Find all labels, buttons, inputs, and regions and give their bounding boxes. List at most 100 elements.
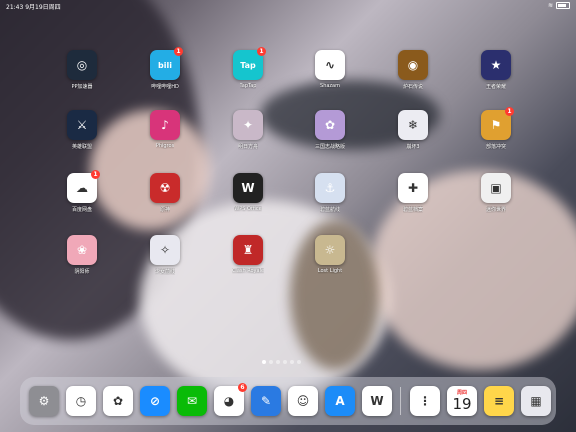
app-15[interactable]: ⚓ 碧蓝航线 <box>300 173 360 213</box>
app-icon[interactable]: ☼ <box>315 235 345 265</box>
settings-icon[interactable]: ⚙ <box>29 386 59 416</box>
app-icon[interactable]: ★ <box>481 50 511 80</box>
app-icon[interactable]: W <box>233 173 263 203</box>
app-0[interactable]: ◎ PP加速器 <box>52 50 112 90</box>
wechat-icon[interactable]: ✉ <box>177 386 207 416</box>
app-label: TapTap <box>239 83 257 89</box>
clock-icon[interactable]: ◷ <box>66 386 96 416</box>
reminders-icon[interactable]: ⋮ <box>410 386 440 416</box>
app-label: 明日方舟 <box>237 144 258 150</box>
calendar-icon[interactable]: 周四 19 <box>447 386 477 416</box>
app-icon[interactable]: ♜ <box>233 235 263 265</box>
app-5[interactable]: ★ 王者荣耀 <box>466 50 526 90</box>
app-17[interactable]: ▣ 迷你世界 <box>466 173 526 213</box>
app-3[interactable]: ∿ Shazam <box>300 50 360 89</box>
app-glyph: ☼ <box>324 243 336 257</box>
page-dot[interactable] <box>276 360 280 364</box>
notes-icon[interactable]: ≡ <box>484 386 514 416</box>
app-glyph: ⚔ <box>76 118 88 132</box>
photos-icon[interactable]: ✿ <box>103 386 133 416</box>
app-2[interactable]: Tap 1 TapTap <box>218 47 278 89</box>
app-store-glyph: A <box>335 394 345 408</box>
app-glyph: ⚑ <box>490 118 502 132</box>
page-dot[interactable] <box>262 360 266 364</box>
app-icon[interactable]: ✿ <box>315 110 345 140</box>
notification-badge: 1 <box>91 170 100 179</box>
page-dot[interactable] <box>269 360 273 364</box>
app-icon[interactable]: ◎ <box>67 50 97 80</box>
wps-icon[interactable]: W <box>362 386 392 416</box>
app-icon[interactable]: ♪ <box>150 110 180 140</box>
app-21[interactable]: ☼ Lost Light <box>300 235 360 274</box>
wps-glyph: W <box>370 394 384 408</box>
app-glyph: ♪ <box>161 118 169 132</box>
weibo-icon[interactable]: ◕ 6 <box>214 383 247 416</box>
app-icon[interactable]: ❀ <box>67 235 97 265</box>
app-icon[interactable]: ✚ <box>398 173 428 203</box>
app-16[interactable]: ✚ 碧蓝档案 <box>383 173 443 213</box>
app-icon[interactable]: ⚓ <box>315 173 345 203</box>
photos-glyph: ✿ <box>112 394 124 408</box>
qq-icon[interactable]: ☺ <box>288 386 318 416</box>
page-dot[interactable] <box>283 360 287 364</box>
app-label: 三国志战略版 <box>314 144 345 150</box>
notification-badge: 1 <box>257 47 266 56</box>
app-glyph: W <box>241 181 255 195</box>
app-icon[interactable]: ▣ <box>481 173 511 203</box>
app-glyph: ★ <box>490 58 502 72</box>
app-icon[interactable]: ∿ <box>315 50 345 80</box>
app-icon[interactable]: ⚔ <box>67 110 97 140</box>
app-label: PP加速器 <box>71 84 93 90</box>
app-19[interactable]: ✧ 少女前线 <box>135 235 195 275</box>
app-13[interactable]: ☢ 原神 <box>135 173 195 213</box>
app-10[interactable]: ❄ 崩坏3 <box>383 110 443 150</box>
app-6[interactable]: ⚔ 英雄联盟 <box>52 110 112 150</box>
app-icon[interactable]: ☢ <box>150 173 180 203</box>
page-indicator[interactable] <box>262 360 301 364</box>
app-label: 部落冲突 <box>485 144 506 150</box>
app-18[interactable]: ❀ 阴阳师 <box>52 235 112 275</box>
app-20[interactable]: ♜ Clash Royale <box>218 235 278 274</box>
app-icon[interactable]: ✧ <box>150 235 180 265</box>
app-8[interactable]: ✦ 明日方舟 <box>218 110 278 150</box>
notes-pen-icon[interactable]: ✎ <box>251 386 281 416</box>
app-11[interactable]: ⚑ 1 部落冲突 <box>466 107 526 150</box>
app-1[interactable]: bili 1 哔哩哔哩HD <box>135 47 195 90</box>
app-glyph: bili <box>158 60 172 70</box>
qq-glyph: ☺ <box>296 394 310 408</box>
dock-separator <box>400 387 401 415</box>
app-7[interactable]: ♪ Phigros <box>135 110 195 149</box>
app-label: 英雄联盟 <box>71 144 92 150</box>
app-9[interactable]: ✿ 三国志战略版 <box>300 110 360 150</box>
app-icon[interactable]: ☁ 1 <box>67 170 100 203</box>
page-dot[interactable] <box>297 360 301 364</box>
app-icon[interactable]: Tap 1 <box>233 47 266 80</box>
clock-glyph: ◷ <box>75 394 87 408</box>
app-glyph: ☁ <box>76 181 88 195</box>
app-glyph: ✚ <box>407 181 419 195</box>
app-4[interactable]: ◉ 炉石传说 <box>383 50 443 90</box>
app-icon[interactable]: ⚑ 1 <box>481 107 514 140</box>
app-14[interactable]: W WPS Office <box>218 173 278 212</box>
app-label: 百度网盘 <box>71 207 92 213</box>
page-dot[interactable] <box>290 360 294 364</box>
settings-glyph: ⚙ <box>38 394 50 408</box>
app-label: Phigros <box>155 143 175 149</box>
status-bar: 21:43 9月19日周四 ≋ <box>0 0 576 12</box>
app-icon[interactable]: ✦ <box>233 110 263 140</box>
app-12[interactable]: ☁ 1 百度网盘 <box>52 170 112 213</box>
status-time: 21:43 9月19日周四 <box>6 4 61 11</box>
battery-icon <box>556 2 570 9</box>
safari-icon[interactable]: ⊘ <box>140 386 170 416</box>
app-label: 碧蓝档案 <box>402 207 423 213</box>
app-glyph: ⚓ <box>324 181 336 195</box>
app-library-icon[interactable]: ▦ <box>521 386 551 416</box>
app-icon[interactable]: ◉ <box>398 50 428 80</box>
app-store-icon[interactable]: A <box>325 386 355 416</box>
app-label: 炉石传说 <box>402 84 423 90</box>
app-glyph: Tap <box>240 60 256 70</box>
app-glyph: ✿ <box>324 118 336 132</box>
safari-glyph: ⊘ <box>149 394 161 408</box>
app-icon[interactable]: ❄ <box>398 110 428 140</box>
app-icon[interactable]: bili 1 <box>150 47 183 80</box>
